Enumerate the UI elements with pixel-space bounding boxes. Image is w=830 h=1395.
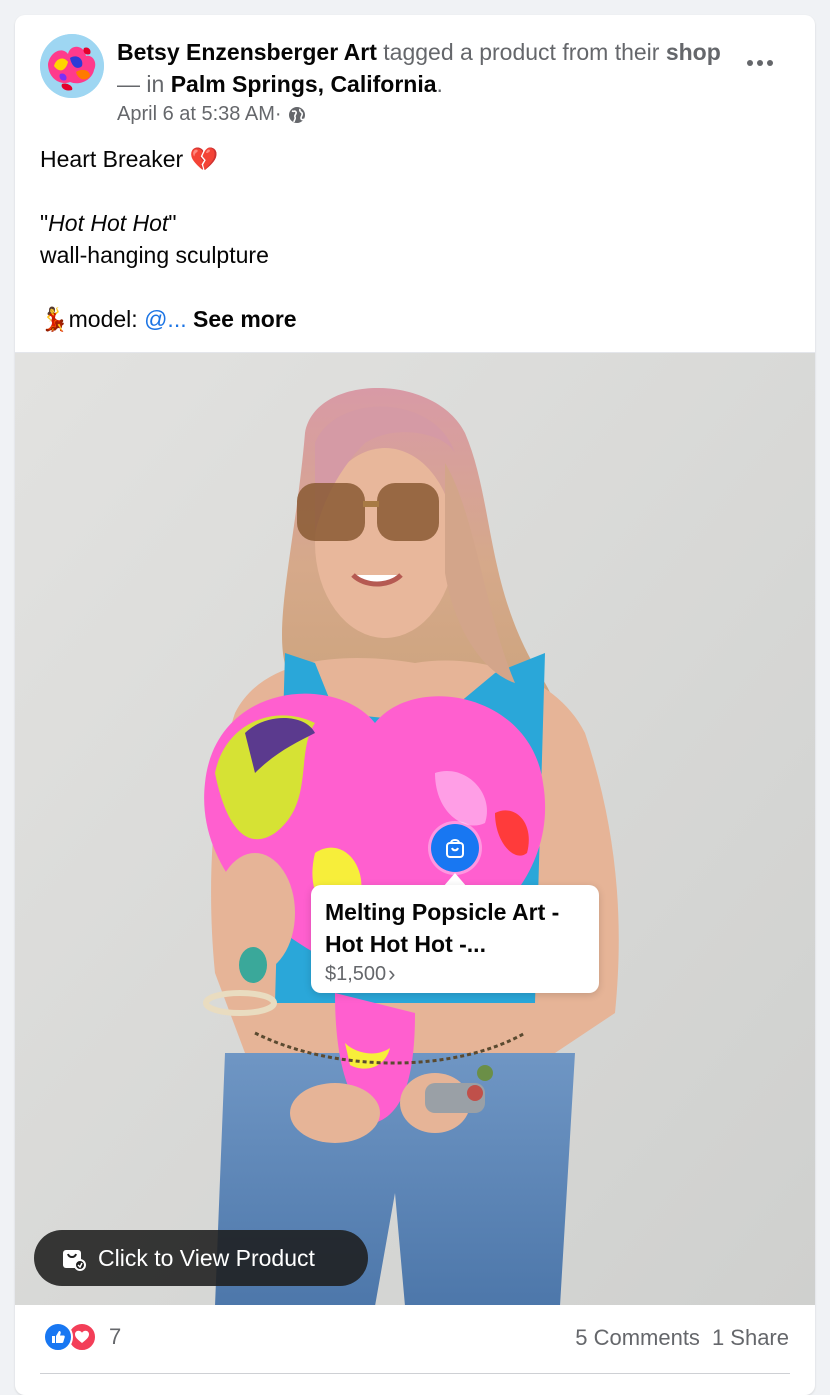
like-reaction-icon: [43, 1322, 73, 1352]
post-header: Betsy Enzensberger Art tagged a product …: [117, 36, 737, 100]
dancer-emoji: 💃: [40, 306, 69, 332]
photo-scene: [15, 353, 815, 1305]
product-title: Melting Popsicle Art - Hot Hot Hot -...: [325, 899, 560, 957]
caption-line-2: "Hot Hot Hot": [40, 207, 780, 239]
shares-count[interactable]: 1 Share: [712, 1325, 789, 1351]
see-more-link[interactable]: See more: [187, 306, 297, 332]
reactions-summary[interactable]: 7: [43, 1322, 121, 1352]
more-options-icon: [747, 60, 773, 66]
more-options-button[interactable]: [737, 43, 783, 83]
product-price: $1,500: [325, 963, 387, 985]
globe-icon: [288, 105, 306, 123]
view-product-label: Click to View Product: [98, 1244, 315, 1271]
post-meta: April 6 at 5:38 AM ·: [117, 101, 306, 127]
caption-line-1: Heart Breaker 💔: [40, 143, 780, 175]
quoted-title: Hot Hot Hot: [48, 210, 169, 236]
product-tag-pin[interactable]: [431, 824, 479, 872]
location-prefix: — in: [117, 71, 171, 97]
caption-line-4: 💃model: @... See more: [40, 303, 780, 335]
shopping-bag-icon: [446, 839, 464, 858]
author-avatar[interactable]: [40, 34, 104, 98]
action-text: tagged a product from their: [376, 39, 666, 65]
reaction-count: 7: [109, 1324, 122, 1349]
chevron-right-icon: ›: [388, 961, 396, 986]
location-link[interactable]: Palm Springs, California: [171, 71, 437, 97]
quote-open: ": [40, 210, 49, 236]
post-photo[interactable]: Melting Popsicle Art - Hot Hot Hot -... …: [15, 352, 815, 1305]
post-card: Betsy Enzensberger Art tagged a product …: [15, 15, 815, 1395]
post-timestamp[interactable]: April 6 at 5:38 AM: [117, 101, 275, 127]
post-caption: Heart Breaker 💔 "Hot Hot Hot" wall-hangi…: [40, 143, 780, 335]
author-name[interactable]: Betsy Enzensberger Art: [117, 39, 377, 65]
comments-count[interactable]: 5 Comments: [575, 1325, 700, 1351]
shop-bag-icon: [63, 1250, 86, 1271]
location-suffix: .: [436, 71, 443, 97]
model-mention[interactable]: @...: [144, 306, 187, 332]
product-tag-card[interactable]: Melting Popsicle Art - Hot Hot Hot -... …: [311, 885, 599, 993]
view-product-button[interactable]: Click to View Product: [34, 1230, 368, 1286]
product-price-row: $1,500 ›: [325, 960, 585, 988]
caption-title: Heart Breaker: [40, 146, 190, 172]
meta-separator: ·: [274, 103, 282, 125]
broken-heart-emoji: 💔: [189, 146, 219, 172]
post-footer: 7 5 Comments 1 Share: [15, 1305, 815, 1375]
model-label: model:: [68, 306, 145, 332]
shop-link[interactable]: shop: [666, 39, 721, 65]
caption-line-3: wall-hanging sculpture: [40, 242, 269, 268]
quote-close: ": [168, 210, 177, 236]
engagement-stats: 5 Comments 1 Share: [575, 1325, 789, 1351]
